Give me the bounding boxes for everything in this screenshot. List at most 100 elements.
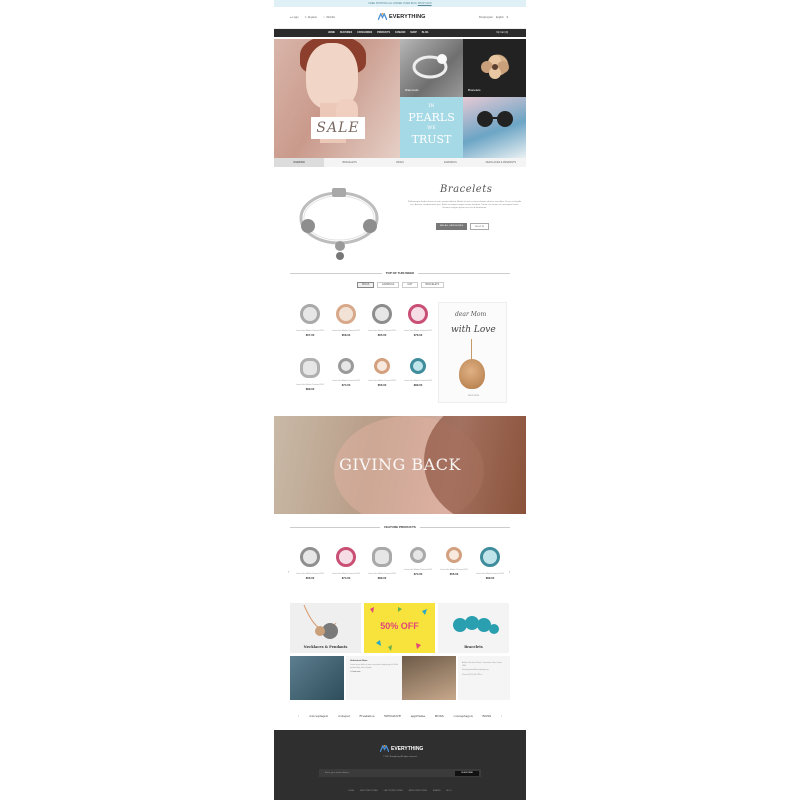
nav-item-categories[interactable]: CATEGORIES: [357, 32, 372, 34]
product-card[interactable]: Lorem Infini Maiden Diamond 2019 $89.00: [292, 356, 328, 406]
tile-pearls[interactable]: IN PEARLS WE TRUST: [400, 97, 463, 158]
brands-next-icon[interactable]: ›: [501, 714, 502, 718]
brand-logo[interactable]: conceptagon: [453, 714, 472, 718]
language-select[interactable]: English: [496, 16, 504, 19]
nav-item-blog[interactable]: BLOG: [422, 32, 429, 34]
tile-diamonds[interactable]: Diamonds: [400, 39, 463, 97]
filter-bracelets[interactable]: BRACELETS: [420, 282, 445, 288]
footer-link[interactable]: LADY'S DIRECTORIES: [384, 790, 403, 792]
brand-logo[interactable]: Freelance: [359, 714, 374, 718]
blog-description: Lorem ipsum dolor sit amet consectetur a…: [350, 664, 398, 669]
subscribe-button[interactable]: SUBSCRIBE: [455, 770, 479, 776]
product-price: $74.00: [341, 383, 351, 388]
hero-banner: SALE Diamonds Bracelets IN PEARLS WE TRU…: [274, 39, 526, 158]
pendant-icon: [459, 359, 485, 389]
filter-rings[interactable]: RINGS: [357, 282, 375, 288]
tab-diamond[interactable]: DIAMOND: [274, 158, 325, 167]
site-logo[interactable]: EVERYTHING: [378, 13, 426, 20]
currency-select[interactable]: $: [507, 16, 508, 19]
banner-necklaces-label: Necklaces & Pendants: [303, 645, 348, 649]
pearl-line-2: PEARLS: [408, 111, 455, 124]
tile-bracelets[interactable]: Bracelets: [463, 39, 526, 97]
nav-item-fashion[interactable]: FASHION: [395, 32, 405, 34]
brand-logo[interactable]: WEDANCE: [384, 714, 401, 718]
footer-logo[interactable]: EVERYTHING: [380, 745, 423, 752]
product-card[interactable]: Lorem Infini Maiden Diamond 2019 $56.00: [364, 356, 400, 406]
carousel-prev-icon[interactable]: ‹: [288, 569, 289, 574]
shop-now-link[interactable]: SHOP NOW: [418, 2, 432, 5]
announcement-text: FREE SHIPPING ALL ORDER OVER $100.: [368, 2, 418, 5]
tab-earrings[interactable]: EARRINGS: [425, 158, 475, 167]
product-name: Lorem Infini Maiden Diamond 2019: [404, 569, 432, 571]
brand-logo[interactable]: codepel: [338, 714, 350, 718]
product-card[interactable]: Lorem Infini Maiden Diamond 2019 $58.00: [328, 302, 364, 352]
filter-earrings[interactable]: EARRINGS: [377, 282, 400, 288]
product-card[interactable]: Lorem Infini Maiden Diamond 2019 $74.00: [400, 545, 436, 595]
product-card[interactable]: Lorem Infini Maiden Diamond 2019 $56.00: [436, 545, 472, 595]
footer-link[interactable]: BLOG: [446, 790, 451, 792]
brand-logo[interactable]: appframe: [411, 714, 426, 718]
giving-back-banner[interactable]: GIVING BACK: [274, 416, 526, 514]
product-price: $56.00: [449, 572, 459, 577]
product-card[interactable]: Lorem Infini Maiden Diamond 2019 $74.00: [328, 545, 364, 595]
nav-item-home[interactable]: HOME: [328, 32, 335, 34]
brand-logo[interactable]: BOSS: [435, 714, 444, 718]
blog-image[interactable]: [290, 656, 344, 700]
sunglasses-icon: [477, 111, 513, 127]
tile-sunglasses[interactable]: [463, 97, 526, 158]
banner-bracelets[interactable]: Bracelets: [438, 603, 509, 653]
product-card[interactable]: Lorem Infini Maiden Diamond 2019 $76.00: [400, 302, 436, 352]
brand-logo[interactable]: BOSS: [482, 714, 491, 718]
product-card[interactable]: Lorem Infini Maiden Diamond 2019 $57.00: [292, 302, 328, 352]
nav-item-features[interactable]: FEATURES: [340, 32, 352, 34]
login-link[interactable]: ● Login: [290, 16, 299, 19]
footer-link[interactable]: BRANDS: [433, 790, 441, 792]
nav-item-shop[interactable]: SHOP: [410, 32, 417, 34]
product-name: Lorem Infini Maiden Diamond 2019: [332, 573, 360, 575]
filter-gift[interactable]: GIFT: [402, 282, 418, 288]
see-all-categories-button[interactable]: SEE ALL CATEGORIES: [436, 223, 467, 230]
product-name: Lorem Infini Maiden Diamond 2019: [368, 380, 396, 382]
register-link[interactable]: ✎ Register: [305, 16, 317, 19]
wishlist-link[interactable]: ♡ Wishlist: [323, 16, 335, 19]
promo-caption[interactable]: SHOP NOW: [439, 395, 508, 397]
product-name: Lorem Infini Maiden Diamond 2019: [404, 380, 432, 382]
read-more-link[interactable]: > Read more: [350, 671, 398, 673]
product-card[interactable]: Lorem Infini Maiden Diamond 2019 $65.00: [364, 302, 400, 352]
product-card[interactable]: Lorem Infini Maiden Diamond 2019 $74.00: [328, 356, 364, 406]
shopping-cart-link[interactable]: Shoppingcart: [479, 16, 493, 19]
product-name: Lorem Infini Maiden Diamond 2019: [332, 330, 360, 332]
blog-title[interactable]: Unfinished Glam: [350, 660, 398, 662]
product-card[interactable]: Lorem Infini Maiden Diamond 2019 $89.00: [400, 356, 436, 406]
charm-bracelet-image[interactable]: [284, 174, 394, 264]
footer-link[interactable]: SHOP DIRECTORIES: [360, 790, 378, 792]
hero-model-image[interactable]: SALE: [274, 39, 400, 158]
tile-bracelets-label: Bracelets: [468, 88, 481, 92]
newsletter-email-input[interactable]: Enter your email address: [321, 769, 451, 777]
shop-in-button[interactable]: SHOP IN: [470, 223, 489, 230]
product-name: Lorem Infini Maiden Diamond 2019: [296, 573, 324, 575]
newsletter-form: Enter your email address SUBSCRIBE: [319, 769, 481, 777]
footer-link[interactable]: MEN'S DIRECTORIES: [409, 790, 427, 792]
product-card[interactable]: Lorem Infini Maiden Diamond 2019 $56.00: [292, 545, 328, 595]
product-price: $57.00: [305, 333, 315, 338]
brands-prev-icon[interactable]: ‹: [298, 714, 299, 718]
feature-title: Bracelets: [440, 184, 493, 195]
featured-category: Bracelets Pellentesque finibus lorem at …: [274, 168, 526, 266]
brand-logo[interactable]: conceptagon: [309, 714, 328, 718]
top-week-grid: Lorem Infini Maiden Diamond 2019 $57.00 L…: [292, 302, 436, 406]
footer-link[interactable]: HOME: [349, 790, 354, 792]
nav-item-products[interactable]: PRODUCTS: [377, 32, 390, 34]
banner-necklaces[interactable]: Necklaces & Pendants: [290, 603, 361, 653]
banner-sale[interactable]: 50% OFF: [364, 603, 435, 653]
tab-necklaces[interactable]: NECKLACES & PENDANTS: [476, 158, 526, 167]
product-card[interactable]: Lorem Infini Maiden Diamond 2019 $89.00: [472, 545, 508, 595]
tab-rings[interactable]: RINGS: [375, 158, 425, 167]
carousel-next-icon[interactable]: ›: [509, 569, 510, 574]
tab-bracelets[interactable]: BRACELETS: [324, 158, 374, 167]
logo-mark-icon: [378, 13, 387, 20]
mothers-day-promo[interactable]: dear Mom with Love SHOP NOW: [438, 302, 507, 403]
promo-line-1: dear Mom: [455, 311, 487, 318]
product-card[interactable]: Lorem Infini Maiden Diamond 2019 $89.00: [364, 545, 400, 595]
nav-cart[interactable]: My Cart (0): [497, 29, 509, 37]
